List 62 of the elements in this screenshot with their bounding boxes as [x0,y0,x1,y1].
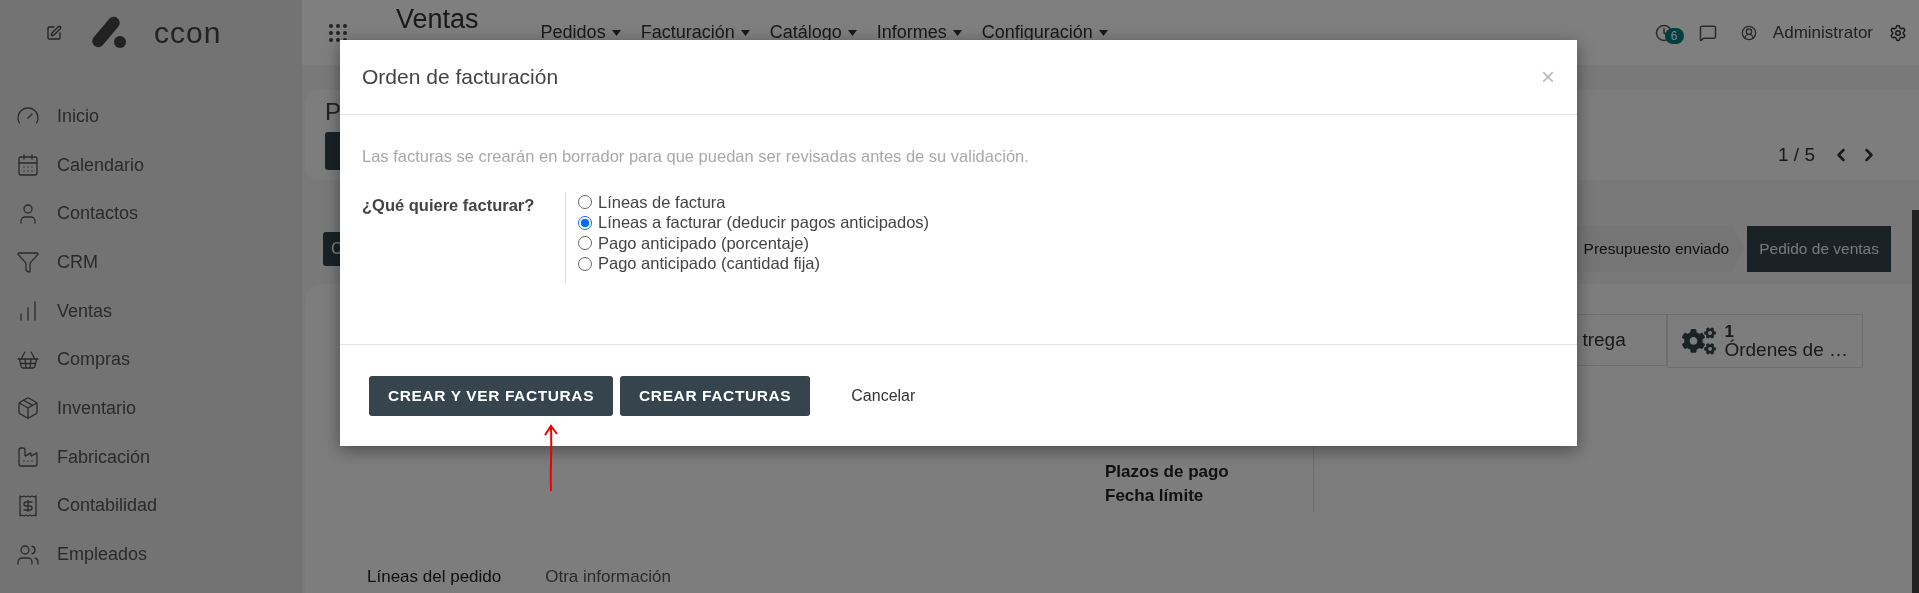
question-label: ¿Qué quiere facturar? [362,192,566,284]
logo-text: ccon [154,15,222,50]
dialog-button[interactable]: CREAR Y VER FACTURAS [369,375,614,416]
radio-button[interactable] [578,195,592,210]
sidebar-item[interactable]: Compras [16,335,302,385]
sidebar-item[interactable]: Inicio [16,92,302,141]
activity-count-badge: 6 [1664,27,1684,44]
edit-icon[interactable] [46,24,62,41]
sidebar-item[interactable]: CRM [16,238,302,287]
scrollbar[interactable] [1912,210,1919,593]
user-name[interactable]: Administrator [1772,22,1873,43]
radio-option[interactable]: Líneas de factura [578,192,930,213]
cancel-button[interactable]: Cancelar [845,385,922,406]
info-text: Las facturas se crearán en borrador para que puedan ser revisadas antes de su validación. [362,147,1030,166]
dialog-title: Orden de facturación [362,65,559,89]
option-label: Pago anticipado (porcentaje) [598,233,809,253]
receipt-icon [16,493,40,518]
caret-icon [1098,29,1108,36]
menu-item[interactable]: Facturación [640,22,750,43]
sidebar-item[interactable]: Fabricación [16,432,302,482]
people-icon [16,542,40,567]
box-icon [16,396,40,421]
calendar-icon [16,153,40,178]
option-label: Líneas de factura [598,192,726,212]
stat-value: 1 [1724,323,1734,340]
sidebar-item[interactable]: Calendario [16,140,302,190]
form-tab[interactable]: Otra información [545,567,671,587]
sidebar-item[interactable]: Contactos [16,189,302,239]
radio-option[interactable]: Pago anticipado (cantidad fija) [578,253,930,274]
radio-button[interactable] [578,215,592,230]
sidebar-item[interactable]: Empleados [16,530,302,579]
caret-icon [611,29,621,36]
sidebar-item[interactable]: Ventas [16,286,302,336]
pager-text: 1 / 5 [1778,144,1815,166]
menu-item[interactable]: Pedidos [540,22,621,43]
menu-item[interactable]: Catálogo [769,22,857,43]
caret-icon [847,29,857,36]
caret-icon [740,29,750,36]
sidebar-item[interactable]: Inventario [16,384,302,433]
caret-icon [952,29,962,36]
dialog-button[interactable]: CREAR FACTURAS [620,375,811,416]
radio-button[interactable] [578,256,592,271]
sidebar-item[interactable]: Contabilidad [16,481,302,531]
field-label: Fecha límite [1105,486,1205,506]
arrow-annotation [544,425,558,492]
avatar-icon[interactable] [1740,24,1757,41]
smart-button[interactable]: 1 Órdenes de … [1667,314,1863,368]
stat-label: Órdenes de … [1724,340,1848,359]
funnel-icon [16,250,40,275]
field-label: Plazos de pago [1105,462,1230,482]
app-title: Ventas [396,5,479,35]
menu-item[interactable]: Informes [876,22,962,43]
option-label: Pago anticipado (cantidad fija) [598,254,820,274]
menu-item[interactable]: Configuración [981,22,1108,43]
status-stage[interactable]: Pedido de ventas [1747,226,1891,272]
radio-option[interactable]: Pago anticipado (porcentaje) [578,233,930,254]
settings-icon[interactable] [1889,23,1907,42]
chat-icon[interactable] [1698,23,1717,42]
radio-button[interactable] [578,236,592,251]
form-tab[interactable]: Líneas del pedido [367,567,502,587]
clock-icon[interactable] [1654,23,1673,42]
factory-icon [16,445,40,470]
